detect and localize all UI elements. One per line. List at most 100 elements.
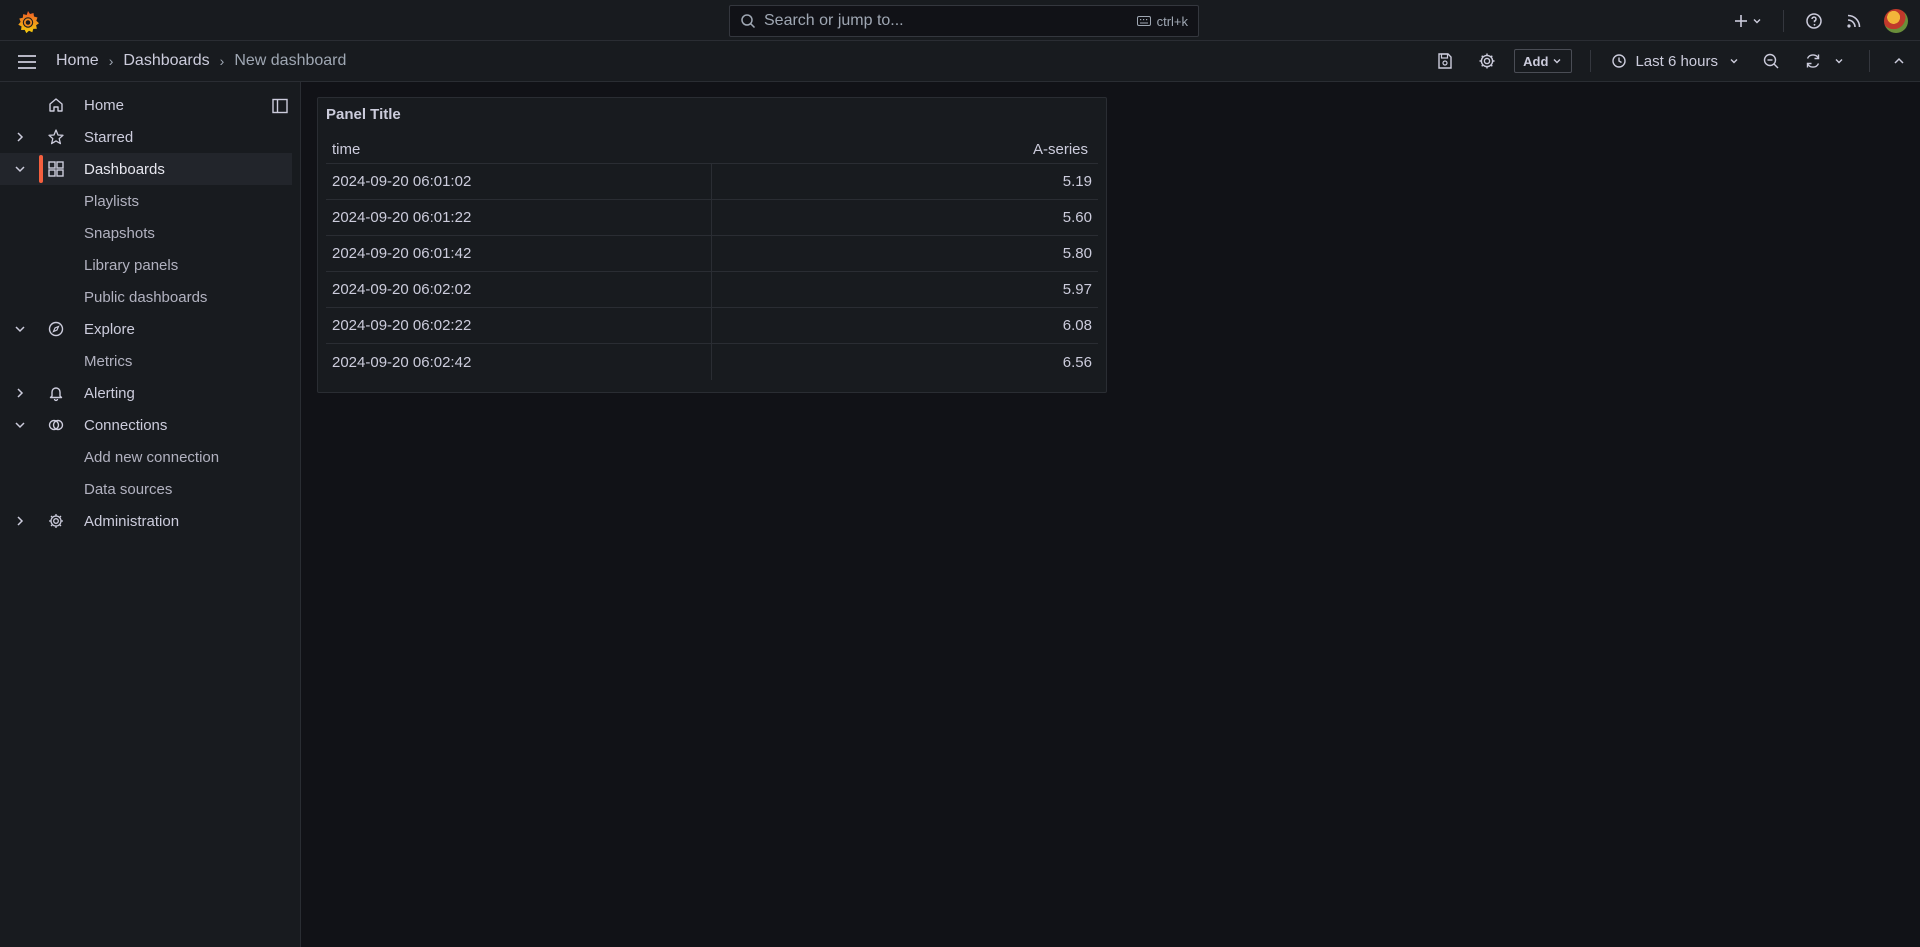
dashboard-toolbar: Home › Dashboards › New dashboard Add La… bbox=[0, 41, 1920, 82]
table-row: 2024-09-20 06:02:02 5.97 bbox=[326, 272, 1098, 308]
table-row: 2024-09-20 06:01:22 5.60 bbox=[326, 200, 1098, 236]
table-cell-time: 2024-09-20 06:01:22 bbox=[326, 200, 712, 235]
zoom-out-icon[interactable] bbox=[1761, 51, 1781, 71]
sidebar-item-dashboards[interactable]: Dashboards bbox=[0, 153, 292, 185]
table-header: time A-series bbox=[326, 136, 1098, 164]
sidebar-item-metrics[interactable]: Metrics bbox=[0, 345, 292, 377]
shortcut-label: ctrl+k bbox=[1156, 13, 1188, 29]
sidebar-item-connections[interactable]: Connections bbox=[0, 409, 292, 441]
chevron-down-icon bbox=[1730, 59, 1738, 64]
sidebar-item-label: Public dashboards bbox=[84, 288, 208, 306]
sidebar-item-label: Snapshots bbox=[84, 224, 155, 242]
sidebar-item-alerting[interactable]: Alerting bbox=[0, 377, 292, 409]
dashboard-panel[interactable]: Panel Title time A-series 2024-09-20 06:… bbox=[317, 97, 1107, 393]
breadcrumb-current: New dashboard bbox=[234, 52, 347, 69]
avatar[interactable] bbox=[1884, 8, 1908, 33]
table-cell-time: 2024-09-20 06:01:42 bbox=[326, 236, 712, 271]
search-placeholder: Search or jump to... bbox=[764, 12, 904, 29]
sidebar-item-home[interactable]: Home bbox=[0, 89, 292, 121]
top-bar: Search or jump to... ctrl+k bbox=[0, 0, 1920, 41]
chevron-down-icon[interactable] bbox=[12, 417, 28, 433]
column-header-value[interactable]: A-series bbox=[712, 141, 1098, 158]
chevron-down-icon[interactable] bbox=[12, 161, 28, 177]
chevron-right-icon[interactable] bbox=[12, 129, 28, 145]
table-cell-time: 2024-09-20 06:02:22 bbox=[326, 308, 712, 343]
table-row: 2024-09-20 06:01:02 5.19 bbox=[326, 164, 1098, 200]
table-cell-value: 6.08 bbox=[1062, 317, 1092, 334]
add-button[interactable]: Add bbox=[1514, 49, 1573, 73]
table-cell-value: 6.56 bbox=[1062, 353, 1092, 371]
sidebar-item-label: Connections bbox=[84, 416, 168, 434]
table-cell-value: 5.80 bbox=[1062, 245, 1092, 262]
add-button-label: Add bbox=[1523, 53, 1549, 69]
help-icon[interactable] bbox=[1804, 11, 1824, 31]
home-icon bbox=[49, 98, 63, 112]
time-range-picker[interactable]: Last 6 hours bbox=[1611, 53, 1740, 70]
chevron-right-icon: › bbox=[219, 53, 225, 69]
sidebar-item-label: Library panels bbox=[84, 256, 179, 274]
new-button[interactable] bbox=[1733, 13, 1763, 29]
table-cell-time: 2024-09-20 06:01:02 bbox=[326, 164, 712, 199]
sidebar-item-label: Dashboards bbox=[84, 160, 165, 178]
sidebar-item-label: Playlists bbox=[84, 192, 140, 210]
connections-icon bbox=[48, 419, 64, 431]
table-cell-value: 5.19 bbox=[1062, 173, 1092, 190]
sidebar-item-add-new-connection[interactable]: Add new connection bbox=[0, 441, 292, 473]
sidebar-item-snapshots[interactable]: Snapshots bbox=[0, 217, 292, 249]
sidebar-item-label: Administration bbox=[84, 512, 180, 530]
time-range-label: Last 6 hours bbox=[1635, 52, 1718, 70]
panel-title[interactable]: Panel Title bbox=[326, 106, 401, 123]
chevron-right-icon: › bbox=[108, 53, 114, 69]
sidebar-item-administration[interactable]: Administration bbox=[0, 505, 292, 537]
chevron-right-icon[interactable] bbox=[12, 513, 28, 529]
chevron-up-icon[interactable] bbox=[1892, 54, 1906, 68]
side-navigation: Home Starred Dashboards Playlists Snapsh… bbox=[0, 82, 301, 947]
keyboard-shortcut: ctrl+k bbox=[1136, 13, 1188, 29]
divider bbox=[1590, 50, 1592, 72]
gear-icon bbox=[49, 514, 63, 528]
sidebar-item-public-dashboards[interactable]: Public dashboards bbox=[0, 281, 292, 313]
sidebar-item-library-panels[interactable]: Library panels bbox=[0, 249, 292, 281]
sidebar-item-label: Explore bbox=[84, 320, 135, 338]
sidebar-item-data-sources[interactable]: Data sources bbox=[0, 473, 292, 505]
sidebar-item-label: Starred bbox=[84, 128, 134, 146]
top-actions bbox=[1733, 0, 1920, 41]
table-row: 2024-09-20 06:02:22 6.08 bbox=[326, 308, 1098, 344]
dashboards-icon bbox=[48, 161, 64, 177]
sidebar-item-explore[interactable]: Explore bbox=[0, 313, 292, 345]
sidebar-item-playlists[interactable]: Playlists bbox=[0, 185, 292, 217]
save-icon[interactable] bbox=[1435, 51, 1455, 71]
chevron-down-icon[interactable] bbox=[12, 321, 28, 337]
sidebar-item-label: Alerting bbox=[84, 384, 135, 402]
breadcrumb: Home › Dashboards › New dashboard bbox=[56, 41, 346, 81]
divider bbox=[1869, 50, 1870, 72]
refresh-icon[interactable] bbox=[1803, 51, 1823, 71]
data-table: time A-series 2024-09-20 06:01:02 5.19 2… bbox=[326, 136, 1098, 380]
grafana-logo-icon[interactable] bbox=[15, 9, 41, 35]
table-cell-value: 5.60 bbox=[1062, 209, 1092, 226]
chevron-down-icon bbox=[1553, 59, 1561, 64]
search-icon bbox=[741, 14, 756, 29]
chevron-down-icon bbox=[1753, 18, 1761, 23]
breadcrumb-dashboards[interactable]: Dashboards bbox=[123, 52, 209, 70]
plus-icon bbox=[1735, 14, 1747, 27]
toolbar-actions: Add Last 6 hours bbox=[1424, 41, 1920, 81]
menu-icon[interactable] bbox=[16, 51, 38, 73]
refresh-interval-chevron-icon[interactable] bbox=[1833, 55, 1845, 67]
search-input[interactable]: Search or jump to... ctrl+k bbox=[729, 5, 1199, 37]
sidebar-item-starred[interactable]: Starred bbox=[0, 121, 292, 153]
table-cell-time: 2024-09-20 06:02:02 bbox=[326, 272, 712, 307]
clock-icon bbox=[1612, 54, 1627, 68]
sidebar-item-label: Data sources bbox=[84, 480, 173, 498]
settings-gear-icon[interactable] bbox=[1477, 51, 1497, 71]
column-header-time[interactable]: time bbox=[326, 141, 712, 158]
table-cell-value: 5.97 bbox=[1062, 281, 1092, 298]
table-cell-time: 2024-09-20 06:02:42 bbox=[326, 344, 712, 380]
news-feed-icon[interactable] bbox=[1844, 11, 1864, 31]
breadcrumb-home[interactable]: Home bbox=[56, 52, 99, 70]
compass-icon bbox=[48, 321, 64, 337]
active-indicator bbox=[39, 155, 43, 183]
table-row: 2024-09-20 06:02:42 6.56 bbox=[326, 344, 1098, 380]
chevron-right-icon[interactable] bbox=[12, 385, 28, 401]
star-icon bbox=[48, 129, 64, 145]
